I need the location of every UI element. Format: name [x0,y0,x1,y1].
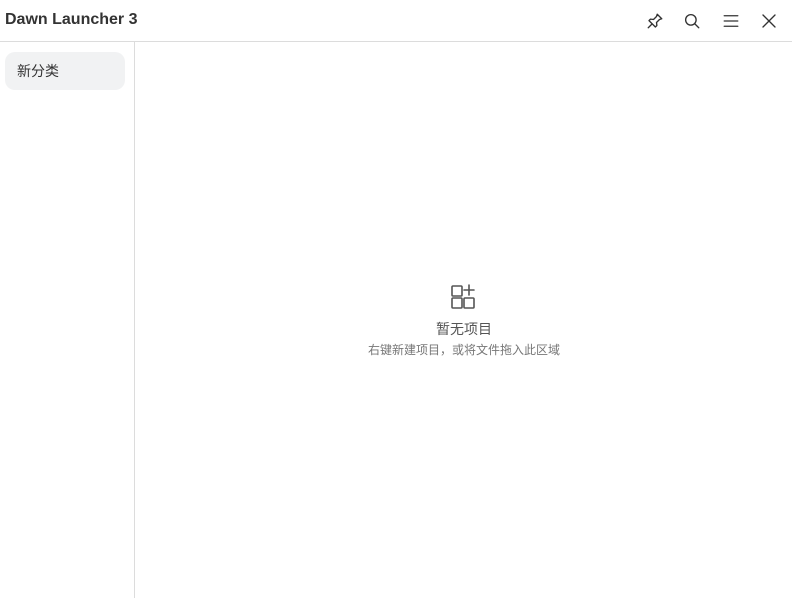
add-grid-icon [136,282,792,312]
item-area[interactable]: 暂无项目 右键新建项目，或将文件拖入此区域 [136,42,792,598]
search-button[interactable] [677,6,707,36]
app-title: Dawn Launcher 3 [5,11,138,28]
empty-state-hint: 右键新建项目，或将文件拖入此区域 [367,343,560,357]
pin-icon [646,12,664,30]
title-bar[interactable]: Dawn Launcher 3 [0,0,792,42]
empty-state-title: 暂无项目 [436,321,492,337]
close-icon [760,12,778,30]
empty-state: 暂无项目 右键新建项目，或将文件拖入此区域 [136,282,792,358]
pin-button[interactable] [640,6,670,36]
sidebar-item-new-category[interactable]: 新分类 [5,52,125,90]
menu-icon [722,12,740,30]
menu-button[interactable] [716,6,746,36]
sidebar-item-label: 新分类 [17,63,59,79]
app-window: Dawn Launcher 3 新分类 暂无项目 右键新建项目，或将文件拖入此区… [0,0,792,598]
category-sidebar: 新分类 [0,42,135,598]
close-button[interactable] [754,6,784,36]
search-icon [683,12,701,30]
